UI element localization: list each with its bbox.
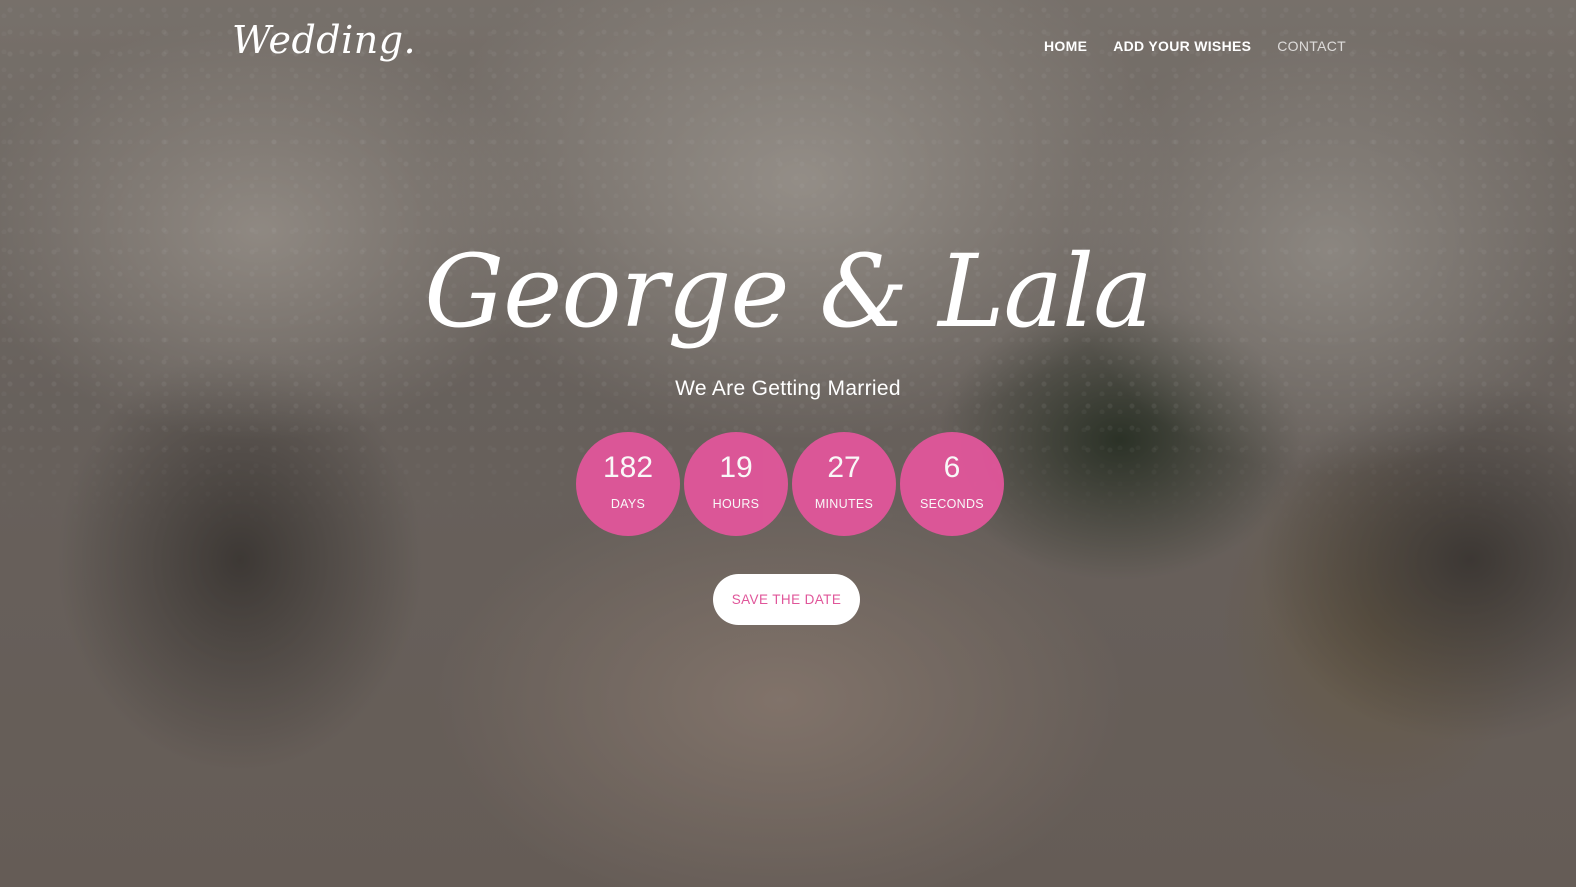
countdown-seconds: 6 SECONDS [900, 432, 1004, 536]
countdown: 182 DAYS 19 HOURS 27 MINUTES 6 SECONDS [576, 432, 1004, 536]
countdown-minutes-value: 27 [827, 451, 861, 484]
countdown-seconds-label: SECONDS [920, 497, 984, 511]
countdown-minutes-label: MINUTES [814, 497, 874, 511]
site-logo[interactable]: Wedding. [232, 18, 416, 62]
nav-home[interactable]: HOME [1044, 38, 1087, 54]
countdown-hours: 19 HOURS [684, 432, 788, 536]
hero-section: Wedding. HOME ADD YOUR WISHES CONTACT Ge… [0, 0, 1576, 887]
site-header: Wedding. HOME ADD YOUR WISHES CONTACT [0, 0, 1576, 92]
countdown-days-label: DAYS [610, 497, 646, 511]
save-the-date-button[interactable]: SAVE THE DATE [713, 574, 860, 625]
countdown-minutes: 27 MINUTES [792, 432, 896, 536]
countdown-hours-value: 19 [719, 451, 753, 484]
countdown-seconds-value: 6 [943, 451, 961, 484]
nav-contact[interactable]: CONTACT [1277, 38, 1346, 54]
hero-subtitle: We Are Getting Married [675, 377, 901, 400]
main-nav: HOME ADD YOUR WISHES CONTACT [1044, 38, 1346, 54]
nav-add-your-wishes[interactable]: ADD YOUR WISHES [1113, 38, 1251, 54]
couple-names: George & Lala [424, 233, 1152, 350]
countdown-days: 182 DAYS [576, 432, 680, 536]
countdown-days-value: 182 [602, 451, 654, 484]
countdown-hours-label: HOURS [712, 497, 760, 511]
